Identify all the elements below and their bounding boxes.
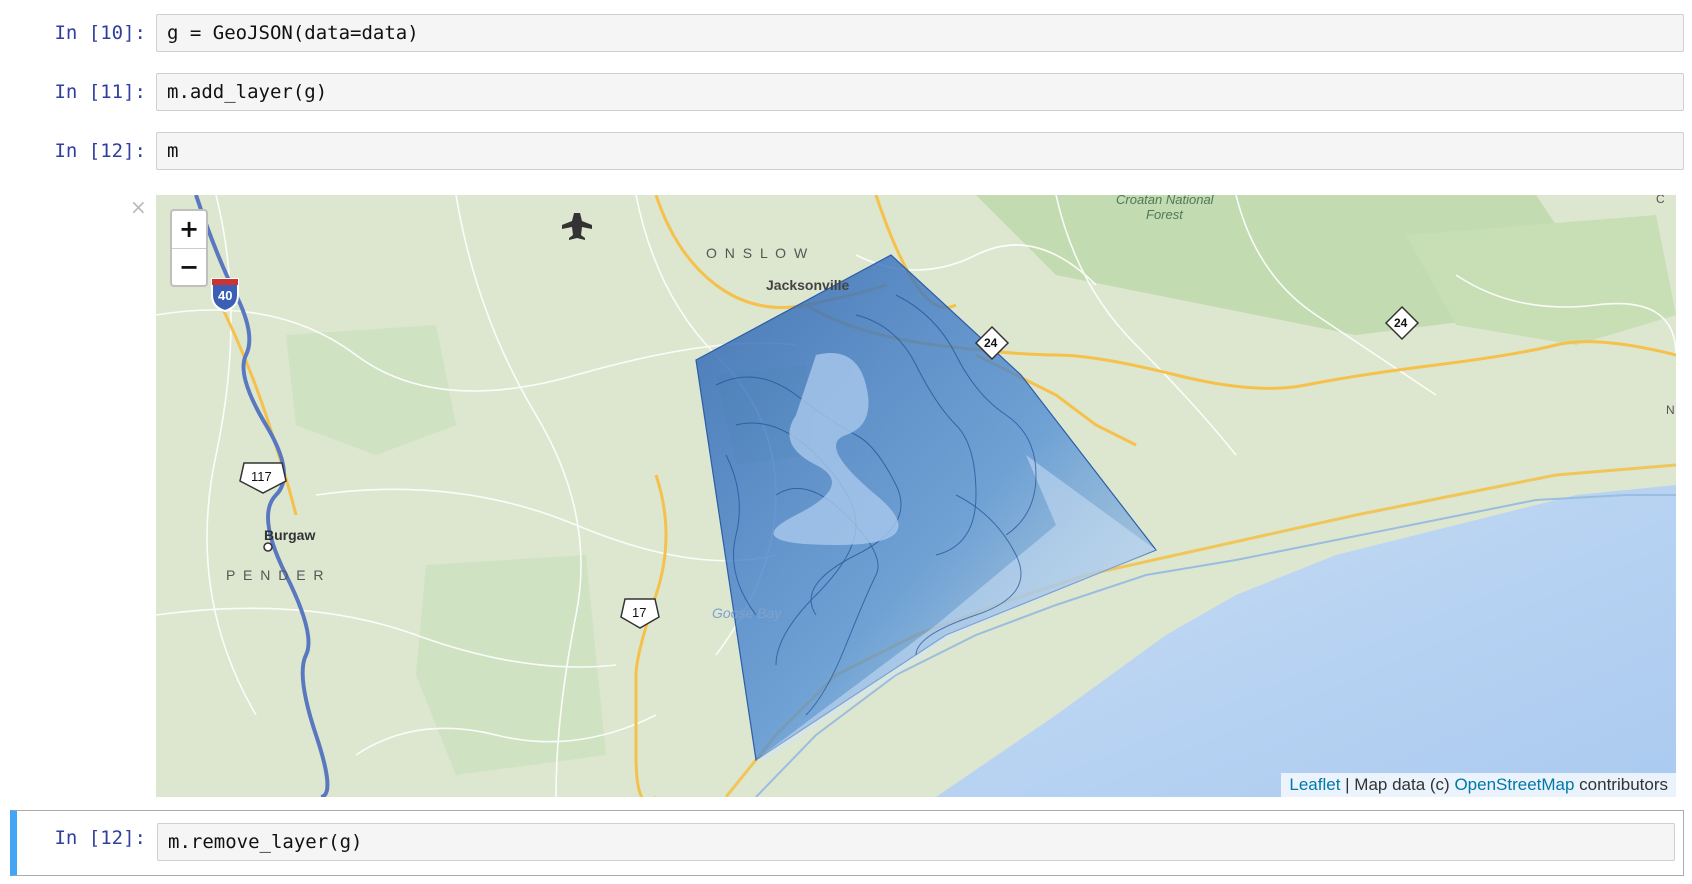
- map-attribution: Leaflet | Map data (c) OpenStreetMap con…: [1281, 773, 1676, 797]
- zoom-control: + −: [170, 209, 208, 287]
- attribution-text: | Map data (c): [1340, 775, 1455, 794]
- code-cell-11[interactable]: In [11]: m.add_layer(g): [14, 73, 1684, 113]
- code-input[interactable]: g = GeoJSON(data=data): [156, 14, 1684, 52]
- forest-label: Forest: [1146, 207, 1183, 222]
- cell-prompt: In [10]:: [54, 22, 146, 44]
- code-input[interactable]: m.remove_layer(g): [157, 823, 1675, 861]
- cell-prompt: In [12]:: [54, 140, 146, 162]
- shield-17-label: 17: [632, 605, 647, 620]
- zoom-out-button[interactable]: −: [172, 249, 206, 286]
- leaflet-map[interactable]: 40 117 17 24 24 O N S L O W Jacksonville…: [156, 195, 1676, 797]
- edge-n-label: N: [1666, 403, 1675, 417]
- leaflet-link[interactable]: Leaflet: [1289, 775, 1340, 794]
- code-cell-10[interactable]: In [10]: g = GeoJSON(data=data): [14, 14, 1684, 54]
- zoom-in-button[interactable]: +: [172, 211, 206, 249]
- close-output-icon[interactable]: ×: [130, 195, 147, 219]
- edge-c-label: C: [1656, 195, 1665, 206]
- code-cell-12[interactable]: In [12]: m: [14, 132, 1684, 172]
- goose-bay-label: Goose Bay: [712, 605, 782, 621]
- code-input[interactable]: m.add_layer(g): [156, 73, 1684, 111]
- shield-117-label: 117: [251, 469, 272, 484]
- active-cell[interactable]: In [12]: m.remove_layer(g): [10, 810, 1684, 876]
- pender-label: P E N D E R: [226, 567, 326, 583]
- cell-prompt: In [12]:: [54, 827, 146, 849]
- burgaw-label: Burgaw: [264, 527, 316, 543]
- shield-24a-label: 24: [984, 336, 998, 350]
- jacksonville-label: Jacksonville: [766, 277, 850, 293]
- attribution-suffix: contributors: [1574, 775, 1668, 794]
- cell-prompt: In [11]:: [54, 81, 146, 103]
- map-tiles: [156, 195, 1676, 797]
- shield-24b-label: 24: [1394, 316, 1408, 330]
- burgaw-town-dot: [263, 542, 273, 552]
- croatan-label: Croatan National: [1116, 195, 1214, 207]
- forest-patch: [416, 555, 606, 775]
- code-input[interactable]: m: [156, 132, 1684, 170]
- onslow-label: O N S L O W: [706, 245, 810, 261]
- shield-40-label: 40: [218, 288, 233, 303]
- osm-link[interactable]: OpenStreetMap: [1454, 775, 1574, 794]
